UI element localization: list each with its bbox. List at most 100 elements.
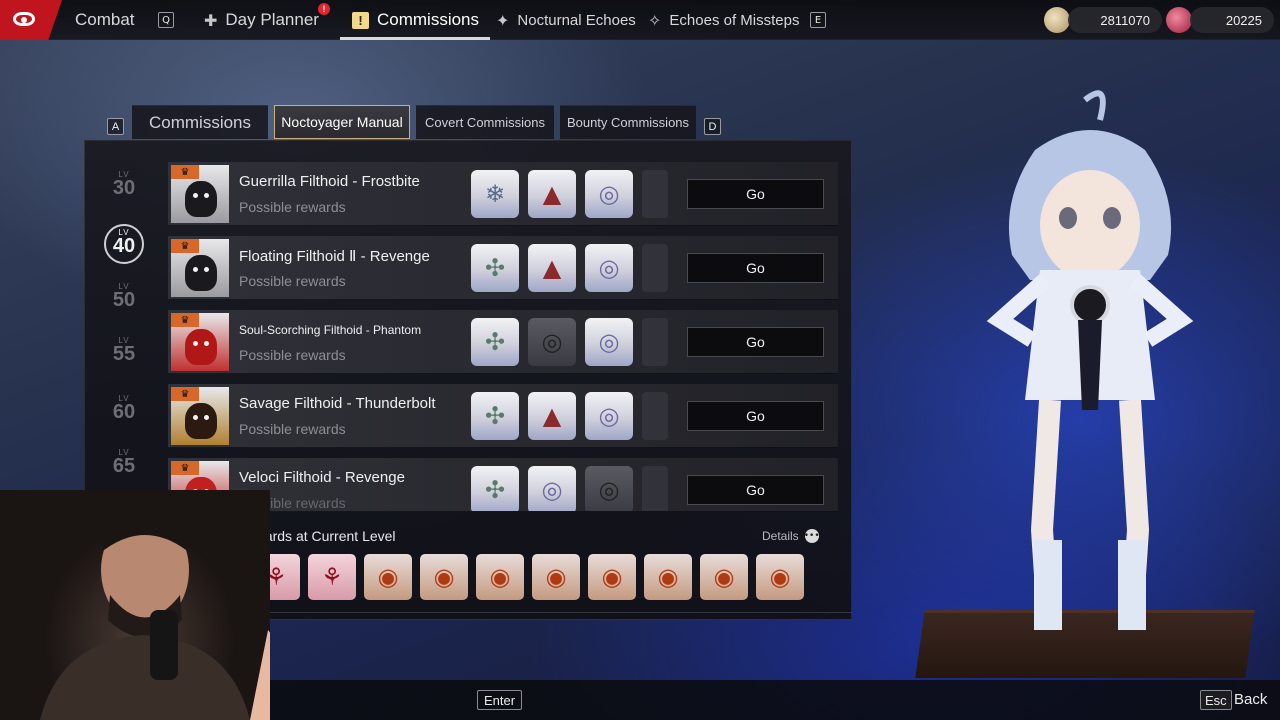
reward-triangle-icon[interactable]: ▲: [528, 392, 576, 440]
red-gem-icon: [1166, 7, 1192, 33]
details-label: Details: [762, 529, 799, 543]
commission-title: Floating Filthoid Ⅱ - Revenge: [239, 248, 430, 265]
nav-combat-label: Combat: [75, 10, 135, 29]
level-number: 30: [112, 177, 136, 199]
go-button[interactable]: Go: [687, 475, 824, 505]
commission-row[interactable]: ♛ Soul-Scorching Filthoid - Phantom Poss…: [168, 310, 838, 374]
commission-title: Guerrilla Filthoid - Frostbite: [239, 173, 420, 190]
level-marker: LV 30: [100, 170, 148, 200]
reward-item-orb-icon[interactable]: ◉: [364, 554, 412, 600]
compass-star-icon: ✦: [496, 10, 510, 30]
tab-bounty-commissions-label: Bounty Commissions: [566, 115, 690, 130]
tab-noctoyager-manual[interactable]: Noctoyager Manual: [274, 105, 410, 139]
level-number: 55: [112, 343, 136, 365]
commission-title: Veloci Filthoid - Revenge: [239, 469, 405, 486]
crown-badge-icon: ♛: [171, 387, 199, 401]
tab-covert-commissions[interactable]: Covert Commissions: [416, 105, 554, 139]
reward-locked-icon[interactable]: ◎: [528, 318, 576, 366]
nav-nocturnal-echoes[interactable]: ✦ Nocturnal Echoes: [496, 0, 636, 40]
back-button[interactable]: Back: [1234, 691, 1267, 708]
filthoid-icon: [185, 329, 217, 365]
reward-item-pink-icon[interactable]: ⚘: [308, 554, 356, 600]
reward-spiral-icon[interactable]: ◎: [585, 392, 633, 440]
commission-subtitle: Possible rewards: [239, 421, 346, 437]
reward-slot-empty: [642, 244, 668, 292]
nav-echoes-of-missteps[interactable]: ✧ Echoes of Missteps: [648, 0, 799, 40]
commission-icon: !: [352, 11, 369, 29]
shell-coin-icon: [1044, 7, 1070, 33]
top-nav-bar: Combat Q ✚ Day Planner ! ! Commissions ✦…: [0, 0, 1280, 40]
tab-commissions[interactable]: Commissions: [132, 105, 268, 139]
reward-spiral-icon[interactable]: ◎: [585, 318, 633, 366]
reward-knot-icon[interactable]: ✣: [471, 318, 519, 366]
tab-next-key: D: [704, 118, 721, 135]
commission-title: Savage Filthoid - Thunderbolt: [239, 395, 436, 412]
commission-subtitle: Possible rewards: [239, 199, 346, 215]
go-button[interactable]: Go: [687, 253, 824, 283]
more-icon: •••: [803, 529, 820, 543]
enemy-portrait: ♛: [171, 239, 229, 297]
reward-knot-icon[interactable]: ✣: [471, 392, 519, 440]
tab-commissions-label: Commissions: [148, 112, 252, 132]
channel-logo: [105, 655, 195, 691]
reward-slot-empty: [642, 318, 668, 366]
tab-covert-commissions-label: Covert Commissions: [425, 115, 545, 130]
nav-next-key: E: [810, 12, 826, 28]
commission-row[interactable]: ♛ Savage Filthoid - Thunderbolt Possible…: [168, 384, 838, 448]
menu-logo-button[interactable]: [0, 0, 62, 40]
commission-subtitle: Possible rewards: [239, 347, 346, 363]
nav-day-planner-label: Day Planner: [225, 10, 319, 29]
reward-triangle-icon[interactable]: ▲: [528, 244, 576, 292]
reward-slot-empty: [642, 170, 668, 218]
go-button[interactable]: Go: [687, 327, 824, 357]
character-model: [986, 90, 1194, 630]
reward-slot-empty: [642, 466, 668, 511]
enemy-portrait: ♛: [171, 313, 229, 371]
reward-locked-icon[interactable]: ◎: [585, 466, 633, 511]
reward-item-orb-icon[interactable]: ◉: [644, 554, 692, 600]
diamond-star-icon: ✧: [648, 10, 662, 30]
go-button[interactable]: Go: [687, 179, 824, 209]
reward-triangle-icon[interactable]: ▲: [528, 170, 576, 218]
reward-spiral-icon[interactable]: ◎: [528, 466, 576, 511]
crown-badge-icon: ♛: [171, 461, 199, 475]
reward-item-orb-icon[interactable]: ◉: [532, 554, 580, 600]
nav-day-planner[interactable]: ✚ Day Planner: [204, 0, 319, 40]
currency-shells: 2811070: [1068, 7, 1162, 33]
esc-key[interactable]: Esc: [1200, 690, 1232, 710]
level-marker: LV 65: [100, 448, 148, 478]
level-marker: LV 55: [100, 336, 148, 366]
active-tab-underline: [340, 37, 490, 40]
go-button[interactable]: Go: [687, 401, 824, 431]
reward-item-orb-icon[interactable]: ◉: [420, 554, 468, 600]
crown-badge-icon: ♛: [171, 165, 199, 179]
planner-icon: ✚: [204, 10, 218, 30]
commission-row[interactable]: ♛ Floating Filthoid Ⅱ - Revenge Possible…: [168, 236, 838, 300]
tab-bounty-commissions[interactable]: Bounty Commissions: [560, 105, 696, 139]
reward-item-orb-icon[interactable]: ◉: [476, 554, 524, 600]
commission-row[interactable]: ♛ Guerrilla Filthoid - Frostbite Possibl…: [168, 162, 838, 226]
reward-spiral-icon[interactable]: ◎: [585, 244, 633, 292]
nav-commissions[interactable]: ! Commissions: [352, 0, 479, 40]
commission-title: Soul-Scorching Filthoid - Phantom: [239, 323, 422, 337]
commission-subtitle: Possible rewards: [239, 273, 346, 289]
nav-prev-key: Q: [158, 12, 174, 28]
enemy-portrait: ♛: [171, 387, 229, 445]
level-marker-current: LV 40: [100, 224, 148, 264]
reward-item-orb-icon[interactable]: ◉: [756, 554, 804, 600]
level-marker: LV 60: [100, 394, 148, 424]
nav-combat[interactable]: Combat: [75, 0, 135, 40]
nav-commissions-label: Commissions: [377, 10, 480, 29]
reward-frost-icon[interactable]: ❄: [471, 170, 519, 218]
reward-knot-icon[interactable]: ✣: [471, 244, 519, 292]
level-number: 50: [112, 289, 136, 311]
reward-item-orb-icon[interactable]: ◉: [700, 554, 748, 600]
filthoid-icon: [185, 181, 217, 217]
reward-item-orb-icon[interactable]: ◉: [588, 554, 636, 600]
reward-spiral-icon[interactable]: ◎: [585, 170, 633, 218]
level-marker: LV 50: [100, 282, 148, 312]
reward-knot-icon[interactable]: ✣: [471, 466, 519, 511]
enter-key-hint[interactable]: Enter: [477, 690, 523, 710]
currency-shells-value: 2811070: [1100, 12, 1150, 28]
details-button[interactable]: Details •••: [762, 529, 820, 543]
